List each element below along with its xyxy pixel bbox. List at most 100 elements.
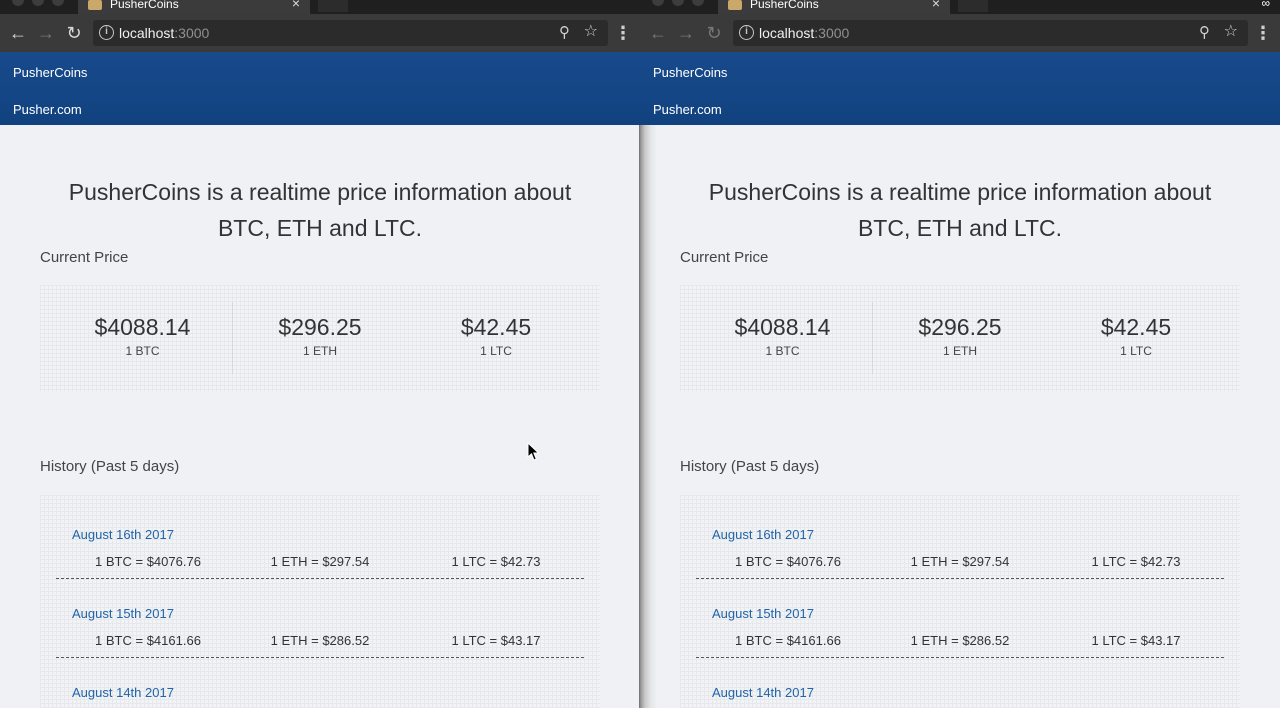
star-icon[interactable]: ☆ xyxy=(584,22,598,42)
brand-link[interactable]: PusherCoins xyxy=(653,65,727,81)
price-unit: 1 BTC xyxy=(765,344,800,358)
price-ltc: $42.45 1 LTC xyxy=(406,302,586,374)
favicon-icon xyxy=(88,0,102,10)
history-date: August 16th 2017 xyxy=(712,527,814,542)
url-text[interactable]: localhost:3000 xyxy=(119,24,209,42)
kebab-menu-icon[interactable]: ⋮ xyxy=(614,22,632,44)
zoom-icon[interactable]: ⚲ xyxy=(559,23,570,43)
history-ltc: 1 LTC = $42.73 xyxy=(1091,554,1181,569)
app-navbar: PusherCoins Pusher.com xyxy=(640,52,1280,125)
history-panel: August 16th 2017 1 BTC = $4076.76 1 ETH … xyxy=(680,495,1240,708)
brand-link[interactable]: PusherCoins xyxy=(13,65,87,81)
history-panel: August 16th 2017 1 BTC = $4076.76 1 ETH … xyxy=(40,495,600,708)
price-unit: 1 LTC xyxy=(1120,344,1152,358)
history-divider xyxy=(56,578,584,579)
browser-window-right: PusherCoins × ∞ ← → ↻ i localhost:3000 ⚲… xyxy=(640,0,1280,708)
price-unit: 1 BTC xyxy=(125,344,160,358)
price-value: $4088.14 xyxy=(94,314,191,340)
profile-indicator[interactable]: ∞ xyxy=(1261,0,1270,10)
new-tab-button[interactable] xyxy=(318,0,348,12)
tab-close-icon[interactable]: × xyxy=(932,0,940,10)
address-bar[interactable]: i localhost:3000 ⚲ ☆ xyxy=(733,20,1248,46)
mouse-cursor-icon xyxy=(527,442,540,461)
tab-close-icon[interactable]: × xyxy=(292,0,300,10)
history-title: History (Past 5 days) xyxy=(40,458,180,475)
price-ltc: $42.45 1 LTC xyxy=(1046,302,1226,374)
history-date: August 15th 2017 xyxy=(72,606,174,621)
window-minimize-control[interactable] xyxy=(32,0,44,6)
back-button[interactable]: ← xyxy=(647,22,669,44)
tab-strip: PusherCoins × ∞ xyxy=(640,0,1280,14)
history-btc: 1 BTC = $4161.66 xyxy=(735,633,841,648)
history-date: August 14th 2017 xyxy=(712,685,814,700)
back-button[interactable]: ← xyxy=(7,22,29,44)
browser-toolbar: ← → ↻ i localhost:3000 ⚲ ☆ ⋮ xyxy=(640,14,1280,52)
browser-window-left: PusherCoins × ← → ↻ i localhost:3000 ⚲ ☆… xyxy=(0,0,640,708)
pusher-com-link[interactable]: Pusher.com xyxy=(653,102,722,118)
forward-button[interactable]: → xyxy=(35,22,57,44)
star-icon[interactable]: ☆ xyxy=(1224,22,1238,42)
reload-button[interactable]: ↻ xyxy=(703,22,725,44)
history-divider xyxy=(696,657,1224,658)
price-btc: $4088.14 1 BTC xyxy=(693,302,873,374)
price-value: $42.45 xyxy=(460,314,532,340)
url-host: localhost xyxy=(119,25,175,41)
history-divider xyxy=(696,578,1224,579)
history-title: History (Past 5 days) xyxy=(680,458,820,475)
window-minimize-control[interactable] xyxy=(672,0,684,6)
window-divider xyxy=(639,125,657,708)
new-tab-button[interactable] xyxy=(958,0,988,12)
url-host: localhost xyxy=(759,25,815,41)
history-ltc: 1 LTC = $43.17 xyxy=(451,633,541,648)
tab-title: PusherCoins xyxy=(110,0,179,11)
price-value: $296.25 xyxy=(278,314,362,340)
price-unit: 1 ETH xyxy=(302,344,337,358)
pusher-com-link[interactable]: Pusher.com xyxy=(13,102,82,118)
hero-text: PusherCoins is a realtime price informat… xyxy=(708,179,1212,241)
current-price-title: Current Price xyxy=(40,249,129,266)
history-eth: 1 ETH = $286.52 xyxy=(910,633,1010,648)
history-date: August 15th 2017 xyxy=(712,606,814,621)
history-date: August 16th 2017 xyxy=(72,527,174,542)
window-zoom-control[interactable] xyxy=(52,0,64,6)
history-divider xyxy=(56,657,584,658)
history-ltc: 1 LTC = $43.17 xyxy=(1091,633,1181,648)
tab-title: PusherCoins xyxy=(750,0,819,11)
favicon-icon xyxy=(728,0,742,10)
page-content: PusherCoins is a realtime price informat… xyxy=(0,125,640,708)
price-value: $42.45 xyxy=(1100,314,1172,340)
page-content: PusherCoins is a realtime price informat… xyxy=(640,125,1280,708)
tab-pushercoins[interactable]: PusherCoins × xyxy=(78,0,310,14)
window-zoom-control[interactable] xyxy=(692,0,704,6)
zoom-icon[interactable]: ⚲ xyxy=(1199,23,1210,43)
price-eth: $296.25 1 ETH xyxy=(870,302,1050,374)
url-text[interactable]: localhost:3000 xyxy=(759,24,849,42)
current-price-panel: $4088.14 1 BTC $296.25 1 ETH $42.45 1 LT… xyxy=(40,285,600,391)
window-close-control[interactable] xyxy=(652,0,664,6)
kebab-menu-icon[interactable]: ⋮ xyxy=(1254,22,1272,44)
reload-button[interactable]: ↻ xyxy=(63,22,85,44)
tab-pushercoins[interactable]: PusherCoins × xyxy=(718,0,950,14)
forward-button[interactable]: → xyxy=(675,22,697,44)
info-icon[interactable]: i xyxy=(739,25,754,40)
price-eth: $296.25 1 ETH xyxy=(230,302,410,374)
history-btc: 1 BTC = $4076.76 xyxy=(735,554,841,569)
window-close-control[interactable] xyxy=(12,0,24,6)
history-eth: 1 ETH = $286.52 xyxy=(270,633,370,648)
browser-toolbar: ← → ↻ i localhost:3000 ⚲ ☆ ⋮ xyxy=(0,14,640,52)
history-eth: 1 ETH = $297.54 xyxy=(270,554,370,569)
history-ltc: 1 LTC = $42.73 xyxy=(451,554,541,569)
history-eth: 1 ETH = $297.54 xyxy=(910,554,1010,569)
history-btc: 1 BTC = $4161.66 xyxy=(95,633,201,648)
price-unit: 1 ETH xyxy=(942,344,977,358)
info-icon[interactable]: i xyxy=(99,25,114,40)
current-price-title: Current Price xyxy=(680,249,769,266)
url-port: :3000 xyxy=(814,25,850,41)
hero-text: PusherCoins is a realtime price informat… xyxy=(68,179,572,241)
history-date: August 14th 2017 xyxy=(72,685,174,700)
price-value: $296.25 xyxy=(918,314,1002,340)
address-bar[interactable]: i localhost:3000 ⚲ ☆ xyxy=(93,20,608,46)
history-btc: 1 BTC = $4076.76 xyxy=(95,554,201,569)
price-unit: 1 LTC xyxy=(480,344,512,358)
app-navbar: PusherCoins Pusher.com xyxy=(0,52,640,125)
